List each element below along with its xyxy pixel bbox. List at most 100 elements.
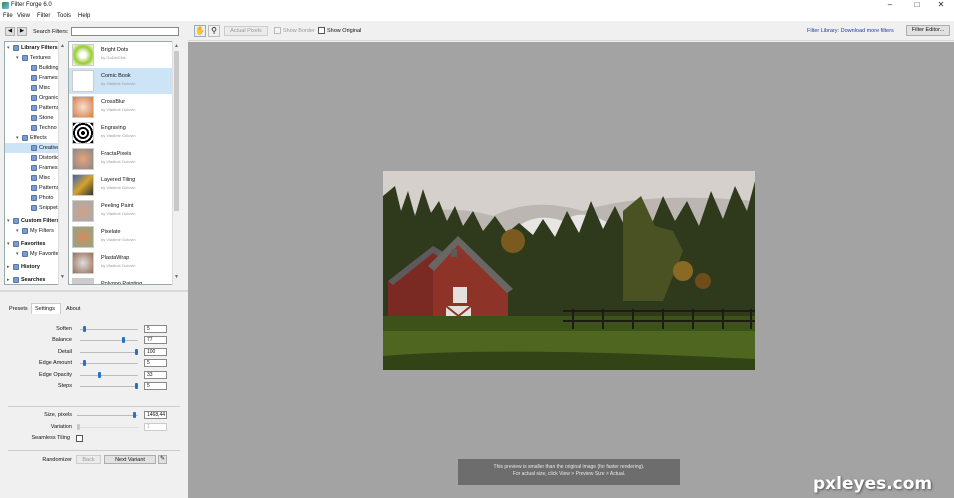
filter-item[interactable]: Pixelate by Vladimir Golovin: [69, 224, 173, 250]
hand-tool-icon[interactable]: ✋: [194, 25, 206, 37]
tree-item[interactable]: ▸ Searches: [5, 275, 59, 284]
back-button[interactable]: Back: [76, 455, 101, 464]
scroll-up-icon[interactable]: ▲: [60, 43, 65, 49]
setting-slider-track[interactable]: [80, 374, 138, 376]
forward-arrow-icon[interactable]: ▶: [17, 27, 27, 36]
tree-item[interactable]: Photo: [5, 193, 59, 203]
menu-file[interactable]: File: [3, 13, 13, 19]
tree-item[interactable]: Patterns: [5, 183, 59, 193]
tree-item[interactable]: ▾ Custom Filters: [5, 216, 60, 226]
show-border-checkbox[interactable]: [274, 27, 281, 34]
tree-item[interactable]: ▾ My Favorites: [5, 249, 61, 259]
setting-slider-thumb[interactable]: [135, 383, 138, 389]
tree-item[interactable]: Snippets: [5, 203, 60, 213]
filter-library-link[interactable]: Filter Library: Download more filters: [807, 28, 894, 34]
filter-item[interactable]: Comic Book by Vladimir Golovin: [69, 68, 173, 94]
show-original-checkbox[interactable]: [318, 27, 325, 34]
tree-item[interactable]: Stone: [5, 113, 59, 123]
filter-editor-button[interactable]: Filter Editor...: [906, 25, 950, 36]
tree-item[interactable]: Frames: [5, 73, 59, 83]
expand-icon[interactable]: ▾: [7, 46, 10, 51]
tree-item[interactable]: Techno: [5, 123, 59, 133]
tab-settings[interactable]: Settings: [35, 306, 55, 312]
filter-item[interactable]: Engraving by Vladimir Golovin: [69, 120, 173, 146]
tree-item[interactable]: Patterns: [5, 103, 59, 113]
expand-icon[interactable]: ▾: [16, 252, 19, 257]
back-arrow-icon[interactable]: ◀: [5, 27, 15, 36]
tree-item[interactable]: ▾ Favorites: [5, 239, 59, 249]
folder-icon: [31, 95, 37, 101]
menu-tools[interactable]: Tools: [57, 13, 71, 19]
setting-slider-track[interactable]: [80, 329, 138, 330]
filter-list-scrollbar[interactable]: ▲ ▼: [172, 41, 180, 285]
tree-item[interactable]: Creative: [5, 143, 59, 153]
setting-value[interactable]: 5: [144, 359, 167, 368]
menu-filter[interactable]: Filter: [37, 13, 50, 19]
tree-scrollbar[interactable]: ▲ ▼: [58, 41, 66, 285]
filter-item[interactable]: PlastaWrap by Vladimir Golovin: [69, 250, 173, 276]
tree-item[interactable]: ▾ My Filters: [5, 226, 59, 236]
tree-item[interactable]: Misc: [5, 173, 59, 183]
scroll-down-icon[interactable]: ▼: [174, 274, 179, 280]
variation-slider-track[interactable]: [77, 427, 138, 428]
filter-item[interactable]: Bright Dots by GoDsIGNs: [69, 42, 173, 68]
menu-view[interactable]: View: [17, 13, 30, 19]
setting-value[interactable]: 33: [144, 370, 167, 379]
filter-item[interactable]: Peeling Paint by Vladimir Golovin: [69, 198, 173, 224]
tree-item[interactable]: ▾ Library Filters: [5, 43, 59, 53]
expand-icon[interactable]: ▾: [16, 136, 19, 141]
next-variant-button[interactable]: Next Variant: [104, 455, 156, 464]
maximize-icon[interactable]: □: [907, 0, 927, 11]
filter-item[interactable]: Polygon Painting: [69, 276, 173, 285]
tree-item[interactable]: Building: [5, 63, 59, 73]
expand-icon[interactable]: ▾: [7, 219, 10, 224]
tree-item[interactable]: ▾ Textures: [5, 53, 59, 63]
search-input[interactable]: [71, 27, 179, 36]
expand-icon[interactable]: ▾: [16, 56, 19, 61]
size-slider-thumb[interactable]: [133, 412, 137, 418]
seamless-tiling-checkbox[interactable]: [76, 435, 83, 442]
splitter[interactable]: [0, 290, 188, 292]
close-icon[interactable]: ✕: [931, 0, 951, 11]
expand-icon[interactable]: ▸: [7, 265, 10, 270]
tree-item[interactable]: Distortion: [5, 153, 62, 163]
setting-slider-track[interactable]: [80, 363, 138, 365]
tree-item[interactable]: ▾ Effects: [5, 133, 59, 143]
setting-value[interactable]: 100: [144, 347, 167, 356]
scroll-up-icon[interactable]: ▲: [174, 43, 179, 49]
actual-pixels-button[interactable]: Actual Pixels: [224, 26, 268, 36]
scroll-down-icon[interactable]: ▼: [60, 274, 65, 280]
setting-slider-track[interactable]: [80, 351, 138, 353]
variation-value[interactable]: 1: [144, 423, 167, 431]
filter-item[interactable]: FractaPixels by Vladimir Golovin: [69, 146, 173, 172]
filter-item[interactable]: CrossBlur by Vladimir Golovin: [69, 94, 173, 120]
variation-slider-thumb[interactable]: [77, 424, 80, 430]
size-slider-track[interactable]: [77, 415, 138, 416]
filter-name: Polygon Painting: [101, 281, 143, 285]
tree-item[interactable]: ▸ History: [5, 262, 59, 272]
setting-slider-track[interactable]: [80, 386, 138, 387]
tree-item[interactable]: Frames: [5, 163, 59, 173]
tab-presets[interactable]: Presets: [9, 306, 28, 312]
tree-item[interactable]: Organic: [5, 93, 59, 103]
setting-slider-thumb[interactable]: [82, 326, 86, 332]
minimize-icon[interactable]: –: [880, 0, 900, 11]
zoom-tool-icon[interactable]: ⚲: [208, 25, 220, 37]
setting-value[interactable]: 77: [144, 336, 167, 345]
expand-icon[interactable]: ▸: [7, 278, 10, 283]
filter-item[interactable]: Layered Tiling by Vladimir Golovin: [69, 172, 173, 198]
setting-slider-thumb[interactable]: [98, 371, 102, 378]
setting-value[interactable]: 5: [144, 382, 167, 390]
setting-value[interactable]: 5: [144, 325, 167, 333]
menu-help[interactable]: Help: [78, 13, 90, 19]
setting-slider-track[interactable]: [80, 340, 138, 342]
setting-slider-thumb[interactable]: [82, 360, 86, 367]
tree-item[interactable]: Misc: [5, 83, 59, 93]
setting-slider-thumb[interactable]: [135, 348, 138, 355]
randomizer-settings-icon[interactable]: ✎: [158, 455, 167, 464]
expand-icon[interactable]: ▾: [16, 229, 19, 234]
size-value[interactable]: 1468,44: [144, 411, 167, 419]
expand-icon[interactable]: ▾: [7, 242, 10, 247]
scroll-thumb[interactable]: [174, 51, 179, 211]
tab-about[interactable]: About: [66, 306, 80, 312]
